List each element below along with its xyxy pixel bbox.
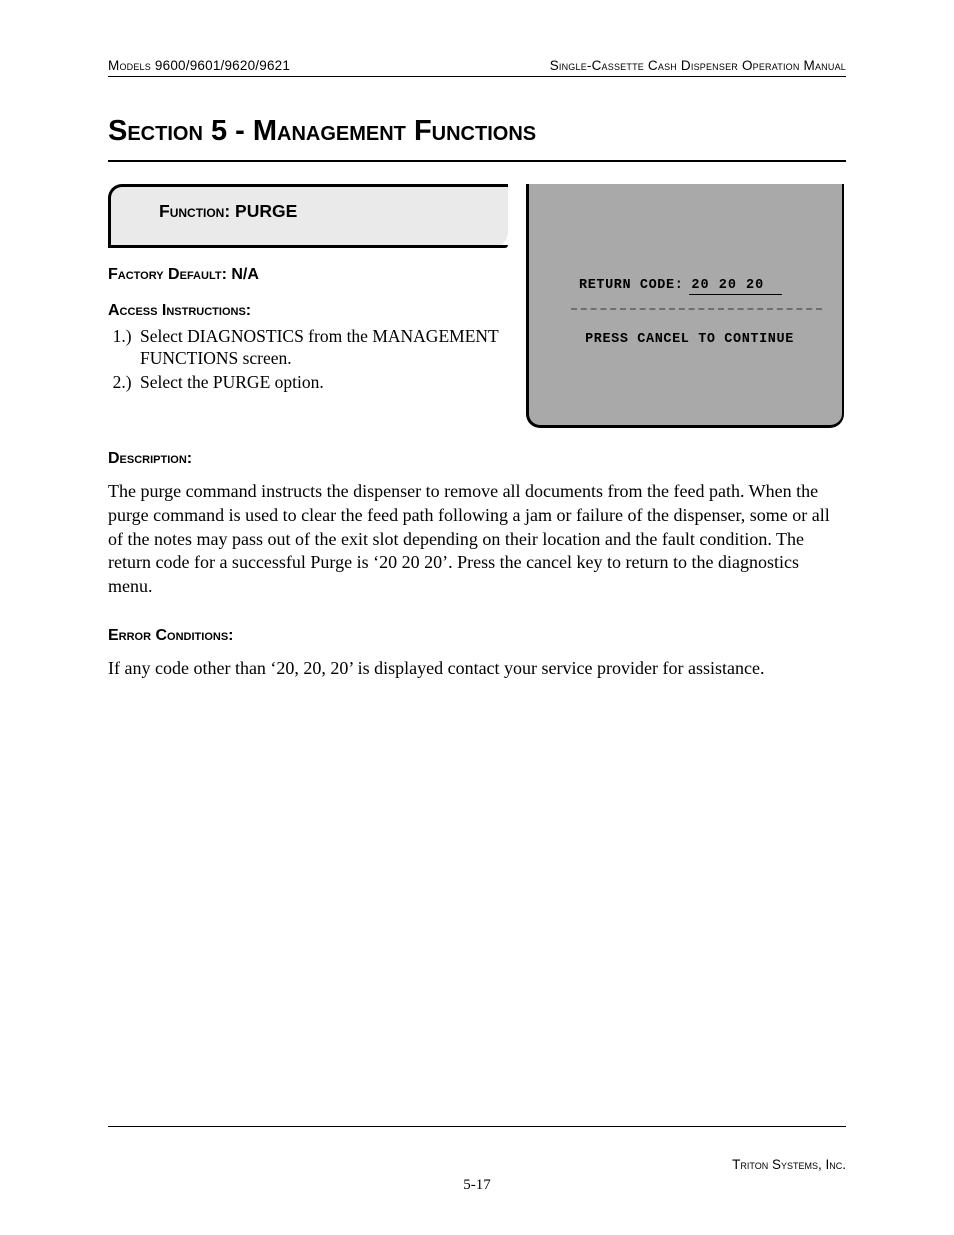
function-tab: Function: PURGE [108,184,508,248]
list-item: Select the PURGE option. [136,372,508,394]
error-conditions-label: Error Conditions: [108,627,846,645]
left-column: Function: PURGE Factory Default: N/A Acc… [108,184,518,428]
footer: Triton Systems, Inc. 5-17 [108,1135,846,1187]
footer-rule [108,1126,846,1127]
access-instructions-label: Access Instructions: [108,302,508,320]
page-number: 5-17 [463,1177,491,1194]
return-code-label: RETURN CODE: [579,278,683,293]
footer-company: Triton Systems, Inc. [732,1157,846,1172]
access-steps: Select DIAGNOSTICS from the MANAGEMENT F… [108,326,508,394]
error-conditions-text: If any code other than ‘20, 20, 20’ is d… [108,657,846,681]
list-item: Select DIAGNOSTICS from the MANAGEMENT F… [136,326,508,370]
description-label: Description: [108,450,846,468]
function-label: Function: [159,201,235,221]
page: Models 9600/9601/9620/9621 Single-Casset… [0,0,954,1235]
section-title: Section 5 - Management Functions [108,115,846,162]
running-header: Models 9600/9601/9620/9621 Single-Casset… [108,58,846,77]
return-code-value: 20 20 20 [689,278,782,295]
right-column: RETURN CODE: 20 20 20 PRESS CANCEL TO CO… [526,184,846,428]
return-code-line: RETURN CODE: 20 20 20 [579,278,814,295]
header-right: Single-Cassette Cash Dispenser Operation… [550,58,846,73]
header-left: Models 9600/9601/9620/9621 [108,58,290,73]
description-text: The purge command instructs the dispense… [108,480,846,599]
factory-default: Factory Default: N/A [108,266,508,284]
function-box: Function: PURGE [108,184,508,248]
content-row: Function: PURGE Factory Default: N/A Acc… [108,184,846,428]
device-screen: RETURN CODE: 20 20 20 PRESS CANCEL TO CO… [526,184,844,428]
device-screen-inner: RETURN CODE: 20 20 20 PRESS CANCEL TO CO… [559,184,820,425]
factory-default-label: Factory Default: [108,266,231,283]
function-name: PURGE [235,201,297,221]
divider-dashed [571,308,822,310]
continue-prompt: PRESS CANCEL TO CONTINUE [559,332,820,347]
factory-default-value: N/A [231,266,259,283]
